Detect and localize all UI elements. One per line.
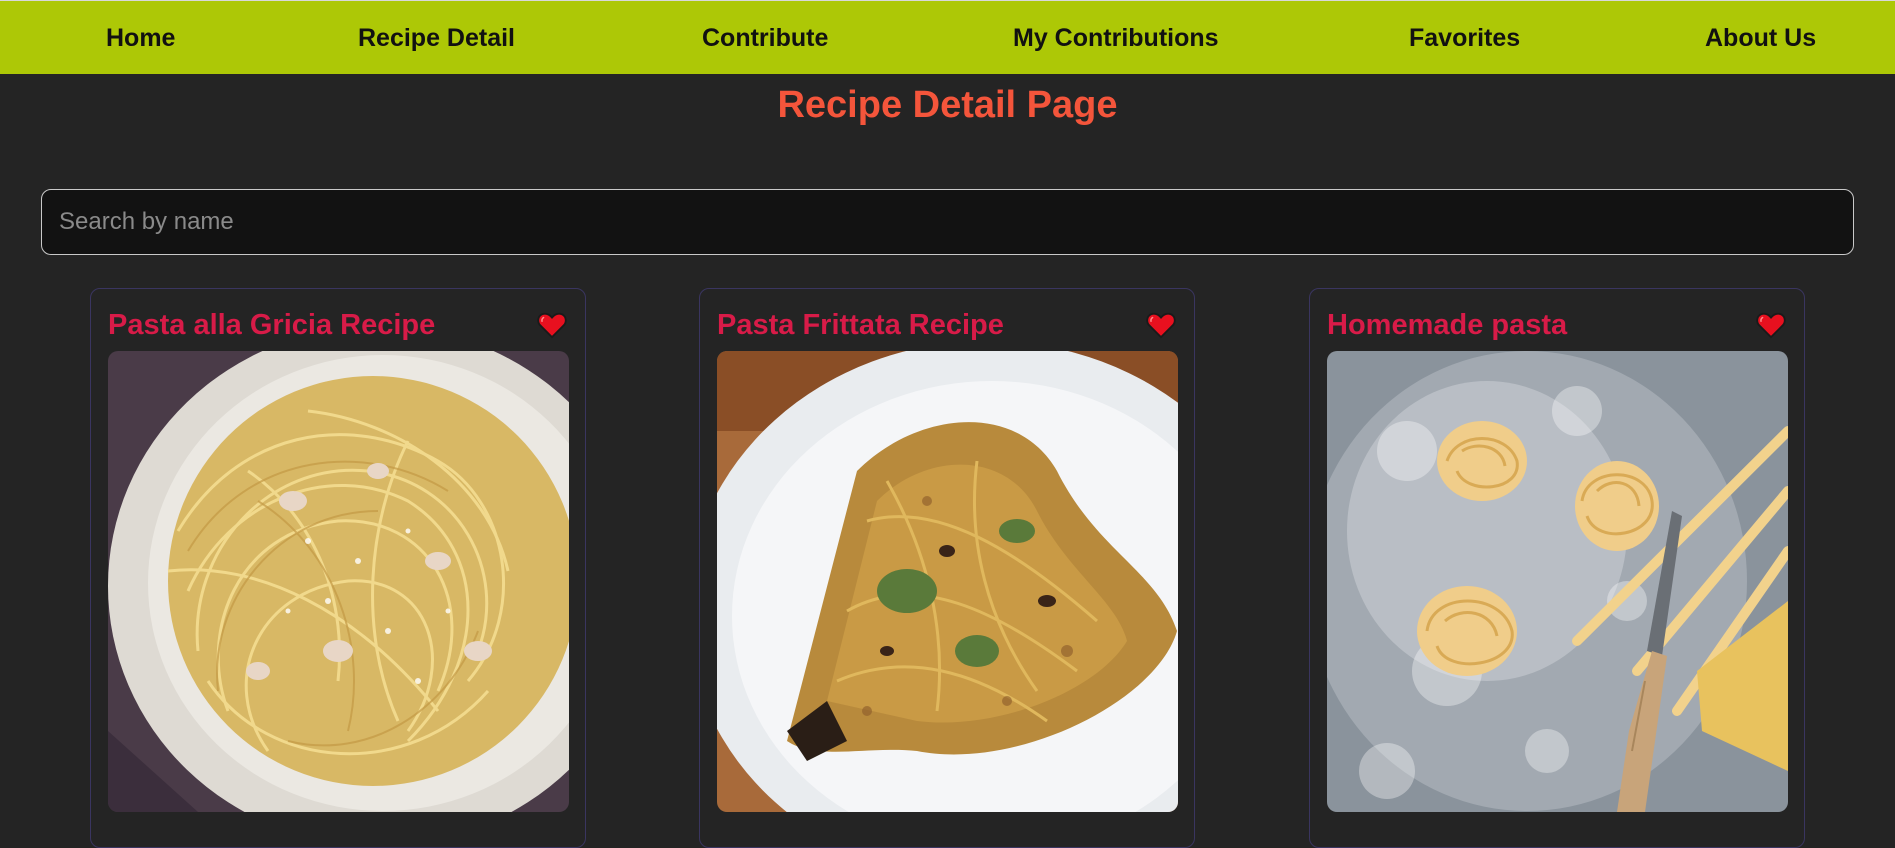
homemade-pasta-image [1327,351,1788,812]
recipe-card[interactable]: Pasta Frittata Recipe [699,288,1195,848]
heart-icon[interactable] [1146,311,1176,339]
recipe-image-spaghetti[interactable] [108,351,569,812]
nav-contribute-link[interactable]: Contribute [702,1,828,75]
frittata-image [717,351,1178,812]
spaghetti-image [108,351,569,812]
heart-icon[interactable] [1756,311,1786,339]
recipe-image-frittata[interactable] [717,351,1178,812]
nav-about-us-link[interactable]: About Us [1705,1,1816,75]
nav-home-link[interactable]: Home [106,1,175,75]
recipe-title[interactable]: Pasta alla Gricia Recipe [108,309,435,342]
recipe-image-homemade-pasta[interactable] [1327,351,1788,812]
recipe-card[interactable]: Pasta alla Gricia Recipe [90,288,586,848]
top-navbar: Home Recipe Detail Contribute My Contrib… [0,0,1895,74]
nav-my-contributions-link[interactable]: My Contributions [1013,1,1219,75]
nav-favorites-link[interactable]: Favorites [1409,1,1520,75]
heart-icon[interactable] [537,311,567,339]
page-title: Recipe Detail Page [777,84,1118,126]
search-input[interactable] [41,189,1854,255]
recipe-title[interactable]: Pasta Frittata Recipe [717,309,1004,342]
nav-recipe-detail-link[interactable]: Recipe Detail [358,1,515,75]
recipe-card[interactable]: Homemade pasta [1309,288,1805,848]
recipe-title[interactable]: Homemade pasta [1327,309,1567,342]
